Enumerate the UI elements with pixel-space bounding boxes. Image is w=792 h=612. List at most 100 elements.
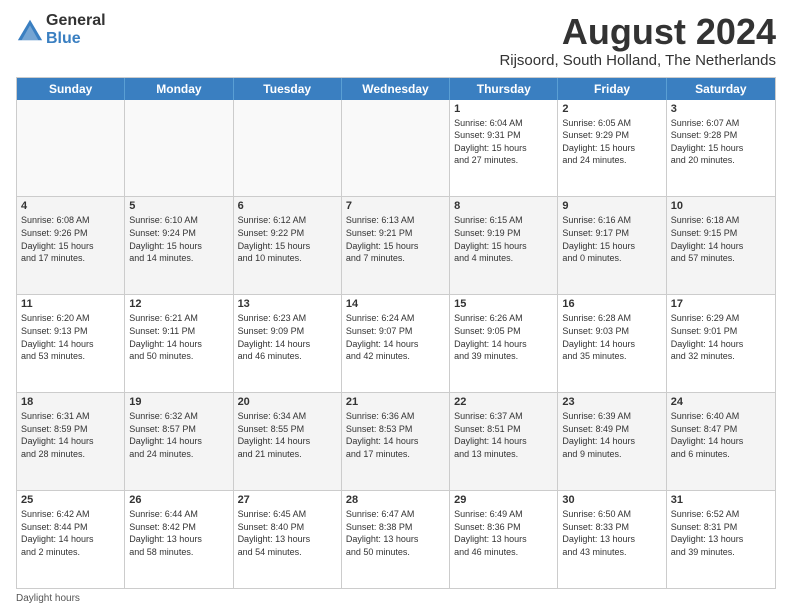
page-header: General Blue August 2024 Rijsoord, South… (16, 12, 776, 69)
day-number: 10 (671, 200, 771, 212)
cal-cell: 14Sunrise: 6:24 AM Sunset: 9:07 PM Dayli… (342, 295, 450, 392)
cal-row-3: 18Sunrise: 6:31 AM Sunset: 8:59 PM Dayli… (17, 393, 775, 491)
day-info: Sunrise: 6:24 AM Sunset: 9:07 PM Dayligh… (346, 312, 445, 362)
calendar-header: SundayMondayTuesdayWednesdayThursdayFrid… (17, 78, 775, 100)
day-number: 28 (346, 494, 445, 506)
day-number: 7 (346, 200, 445, 212)
cal-cell: 7 Sunrise: 6:13 AM Sunset: 9:21 PM Daylig… (342, 197, 450, 294)
cal-cell: 8 Sunrise: 6:15 AM Sunset: 9:19 PM Daylig… (450, 197, 558, 294)
day-info: Sunrise: 6:28 AM Sunset: 9:03 PM Dayligh… (562, 312, 661, 362)
day-info: Sunrise: 6:42 AM Sunset: 8:44 PM Dayligh… (21, 508, 120, 558)
day-number: 16 (562, 298, 661, 310)
day-info: Sunrise: 6:39 AM Sunset: 8:49 PM Dayligh… (562, 410, 661, 460)
cal-row-0: 1 Sunrise: 6:04 AM Sunset: 9:31 PM Daylig… (17, 100, 775, 198)
day-info: Sunrise: 6:40 AM Sunset: 8:47 PM Dayligh… (671, 410, 771, 460)
cal-cell: 9Sunrise: 6:16 AM Sunset: 9:17 PM Daylig… (558, 197, 666, 294)
title-block: August 2024 Rijsoord, South Holland, The… (499, 12, 776, 69)
cal-cell: 27 Sunrise: 6:45 AM Sunset: 8:40 PM Dayli… (234, 491, 342, 588)
day-info: Sunrise: 6:16 AM Sunset: 9:17 PM Dayligh… (562, 214, 661, 264)
cal-cell: 24 Sunrise: 6:40 AM Sunset: 8:47 PM Dayli… (667, 393, 775, 490)
day-info: Sunrise: 6:52 AM Sunset: 8:31 PM Dayligh… (671, 508, 771, 558)
day-number: 1 (454, 103, 553, 115)
cal-cell: 10Sunrise: 6:18 AM Sunset: 9:15 PM Dayli… (667, 197, 775, 294)
day-number: 13 (238, 298, 337, 310)
day-number: 24 (671, 396, 771, 408)
logo-blue: Blue (46, 30, 106, 48)
cal-cell: 21 Sunrise: 6:36 AM Sunset: 8:53 PM Dayli… (342, 393, 450, 490)
day-info: Sunrise: 6:08 AM Sunset: 9:26 PM Dayligh… (21, 214, 120, 264)
cal-cell: 30Sunrise: 6:50 AM Sunset: 8:33 PM Dayli… (558, 491, 666, 588)
cal-cell (17, 100, 125, 197)
day-info: Sunrise: 6:20 AM Sunset: 9:13 PM Dayligh… (21, 312, 120, 362)
day-number: 4 (21, 200, 120, 212)
day-info: Sunrise: 6:12 AM Sunset: 9:22 PM Dayligh… (238, 214, 337, 264)
day-info: Sunrise: 6:10 AM Sunset: 9:24 PM Dayligh… (129, 214, 228, 264)
day-number: 29 (454, 494, 553, 506)
day-number: 27 (238, 494, 337, 506)
day-info: Sunrise: 6:34 AM Sunset: 8:55 PM Dayligh… (238, 410, 337, 460)
cal-cell: 12 Sunrise: 6:21 AM Sunset: 9:11 PM Dayli… (125, 295, 233, 392)
day-info: Sunrise: 6:37 AM Sunset: 8:51 PM Dayligh… (454, 410, 553, 460)
cal-cell: 5Sunrise: 6:10 AM Sunset: 9:24 PM Daylig… (125, 197, 233, 294)
logo: General Blue (16, 12, 106, 47)
cal-cell (234, 100, 342, 197)
day-info: Sunrise: 6:29 AM Sunset: 9:01 PM Dayligh… (671, 312, 771, 362)
logo-text: General Blue (46, 12, 106, 47)
day-info: Sunrise: 6:50 AM Sunset: 8:33 PM Dayligh… (562, 508, 661, 558)
day-number: 8 (454, 200, 553, 212)
cal-header-cell-wednesday: Wednesday (342, 78, 450, 100)
day-info: Sunrise: 6:47 AM Sunset: 8:38 PM Dayligh… (346, 508, 445, 558)
day-info: Sunrise: 6:15 AM Sunset: 9:19 PM Dayligh… (454, 214, 553, 264)
day-info: Sunrise: 6:04 AM Sunset: 9:31 PM Dayligh… (454, 117, 553, 167)
cal-cell (125, 100, 233, 197)
cal-cell: 28 Sunrise: 6:47 AM Sunset: 8:38 PM Dayli… (342, 491, 450, 588)
cal-header-cell-tuesday: Tuesday (234, 78, 342, 100)
day-info: Sunrise: 6:31 AM Sunset: 8:59 PM Dayligh… (21, 410, 120, 460)
cal-row-4: 25 Sunrise: 6:42 AM Sunset: 8:44 PM Dayli… (17, 491, 775, 588)
day-number: 22 (454, 396, 553, 408)
title-location: Rijsoord, South Holland, The Netherlands (499, 52, 776, 69)
day-number: 21 (346, 396, 445, 408)
day-number: 3 (671, 103, 771, 115)
cal-cell: 13 Sunrise: 6:23 AM Sunset: 9:09 PM Dayli… (234, 295, 342, 392)
day-number: 19 (129, 396, 228, 408)
day-info: Sunrise: 6:49 AM Sunset: 8:36 PM Dayligh… (454, 508, 553, 558)
cal-cell: 15 Sunrise: 6:26 AM Sunset: 9:05 PM Dayli… (450, 295, 558, 392)
day-number: 12 (129, 298, 228, 310)
day-info: Sunrise: 6:23 AM Sunset: 9:09 PM Dayligh… (238, 312, 337, 362)
cal-cell: 22 Sunrise: 6:37 AM Sunset: 8:51 PM Dayli… (450, 393, 558, 490)
title-month: August 2024 (499, 12, 776, 52)
cal-cell: 1 Sunrise: 6:04 AM Sunset: 9:31 PM Daylig… (450, 100, 558, 197)
day-info: Sunrise: 6:44 AM Sunset: 8:42 PM Dayligh… (129, 508, 228, 558)
cal-cell: 2Sunrise: 6:05 AM Sunset: 9:29 PM Daylig… (558, 100, 666, 197)
day-number: 23 (562, 396, 661, 408)
cal-cell (342, 100, 450, 197)
cal-cell: 4 Sunrise: 6:08 AM Sunset: 9:26 PM Daylig… (17, 197, 125, 294)
day-number: 26 (129, 494, 228, 506)
cal-header-cell-friday: Friday (558, 78, 666, 100)
day-info: Sunrise: 6:05 AM Sunset: 9:29 PM Dayligh… (562, 117, 661, 167)
cal-cell: 19 Sunrise: 6:32 AM Sunset: 8:57 PM Dayli… (125, 393, 233, 490)
cal-row-2: 11 Sunrise: 6:20 AM Sunset: 9:13 PM Dayli… (17, 295, 775, 393)
day-info: Sunrise: 6:21 AM Sunset: 9:11 PM Dayligh… (129, 312, 228, 362)
day-number: 11 (21, 298, 120, 310)
cal-cell: 18Sunrise: 6:31 AM Sunset: 8:59 PM Dayli… (17, 393, 125, 490)
day-info: Sunrise: 6:32 AM Sunset: 8:57 PM Dayligh… (129, 410, 228, 460)
day-info: Sunrise: 6:13 AM Sunset: 9:21 PM Dayligh… (346, 214, 445, 264)
cal-header-cell-sunday: Sunday (17, 78, 125, 100)
day-info: Sunrise: 6:36 AM Sunset: 8:53 PM Dayligh… (346, 410, 445, 460)
day-info: Sunrise: 6:26 AM Sunset: 9:05 PM Dayligh… (454, 312, 553, 362)
day-number: 31 (671, 494, 771, 506)
day-info: Sunrise: 6:45 AM Sunset: 8:40 PM Dayligh… (238, 508, 337, 558)
day-number: 17 (671, 298, 771, 310)
cal-row-1: 4 Sunrise: 6:08 AM Sunset: 9:26 PM Daylig… (17, 197, 775, 295)
calendar-body: 1 Sunrise: 6:04 AM Sunset: 9:31 PM Daylig… (17, 100, 775, 588)
day-number: 15 (454, 298, 553, 310)
day-number: 25 (21, 494, 120, 506)
cal-cell: 11 Sunrise: 6:20 AM Sunset: 9:13 PM Dayli… (17, 295, 125, 392)
day-number: 20 (238, 396, 337, 408)
cal-cell: 23 Sunrise: 6:39 AM Sunset: 8:49 PM Dayli… (558, 393, 666, 490)
cal-cell: 25 Sunrise: 6:42 AM Sunset: 8:44 PM Dayli… (17, 491, 125, 588)
cal-header-cell-saturday: Saturday (667, 78, 775, 100)
logo-general: General (46, 12, 106, 30)
